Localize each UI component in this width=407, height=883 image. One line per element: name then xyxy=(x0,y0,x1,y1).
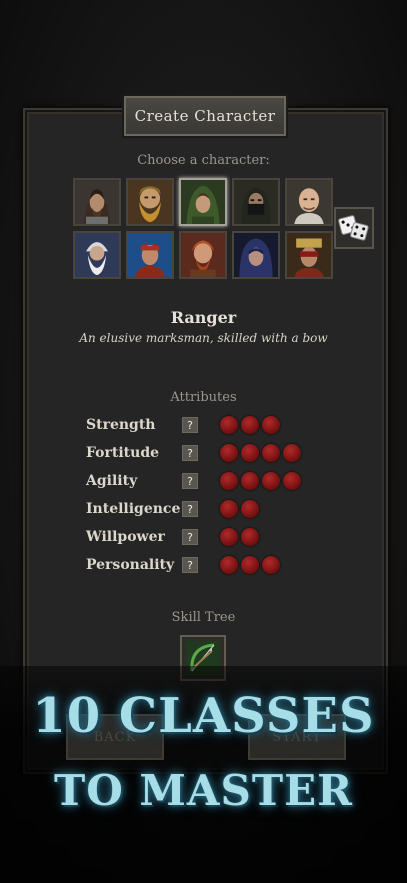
attribute-point-dot xyxy=(241,528,259,546)
attribute-point-dot xyxy=(241,472,259,490)
attribute-label: Personality xyxy=(86,557,175,573)
portrait-red-capped-man[interactable] xyxy=(126,231,174,279)
attribute-row-fortitude: Fortitude ? xyxy=(86,441,301,465)
randomize-dice-button[interactable] xyxy=(334,207,374,249)
promo-headline: 10 CLASSES xyxy=(32,688,375,744)
dialog-title: Create Character xyxy=(124,96,286,136)
portrait-headdress-woman[interactable] xyxy=(285,231,333,279)
attribute-dots xyxy=(220,416,280,434)
choose-character-label: Choose a character: xyxy=(137,153,270,168)
attribute-point-dot xyxy=(262,416,280,434)
attribute-point-dot xyxy=(283,444,301,462)
portrait-bearded-dwarf[interactable] xyxy=(126,178,174,226)
help-icon[interactable]: ? xyxy=(182,445,198,461)
attributes-heading: Attributes xyxy=(170,390,237,405)
portrait-white-bearded-wizard[interactable] xyxy=(73,231,121,279)
attribute-row-personality: Personality ? xyxy=(86,553,280,577)
promo-subheadline: TO MASTER xyxy=(53,766,354,815)
attribute-point-dot xyxy=(241,416,259,434)
attribute-dots xyxy=(220,444,301,462)
attribute-label: Willpower xyxy=(86,529,165,545)
help-icon[interactable]: ? xyxy=(182,529,198,545)
attribute-point-dot xyxy=(220,472,238,490)
attribute-point-dot xyxy=(262,444,280,462)
attribute-point-dot xyxy=(220,556,238,574)
attribute-dots xyxy=(220,556,280,574)
bearded-dwarf-portrait-icon xyxy=(128,180,172,224)
attribute-point-dot xyxy=(262,472,280,490)
portrait-bald-monk[interactable] xyxy=(285,178,333,226)
attribute-point-dot xyxy=(283,472,301,490)
attribute-point-dot xyxy=(241,444,259,462)
character-description: An elusive marksman, skilled with a bow xyxy=(79,331,328,345)
white-bearded-wizard-portrait-icon xyxy=(75,233,119,277)
attribute-dots xyxy=(220,528,259,546)
attribute-label: Strength xyxy=(86,417,156,433)
attribute-point-dot xyxy=(241,500,259,518)
portrait-masked-assassin[interactable] xyxy=(232,178,280,226)
attribute-point-dot xyxy=(220,528,238,546)
masked-assassin-portrait-icon xyxy=(234,180,278,224)
attribute-point-dot xyxy=(241,556,259,574)
help-icon[interactable]: ? xyxy=(182,501,198,517)
character-name: Ranger xyxy=(170,308,237,327)
attribute-label: Intelligence xyxy=(86,501,181,517)
attribute-row-willpower: Willpower ? xyxy=(86,525,259,549)
dice-icon xyxy=(338,215,369,241)
blue-hooded-woman-portrait-icon xyxy=(234,233,278,277)
attribute-point-dot xyxy=(220,444,238,462)
attribute-row-intelligence: Intelligence ? xyxy=(86,497,259,521)
red-capped-man-portrait-icon xyxy=(128,233,172,277)
hooded-ranger-portrait-icon xyxy=(181,180,225,224)
portrait-blue-hooded-woman[interactable] xyxy=(232,231,280,279)
attribute-row-agility: Agility ? xyxy=(86,469,301,493)
bald-monk-portrait-icon xyxy=(287,180,331,224)
help-icon[interactable]: ? xyxy=(182,557,198,573)
attribute-dots xyxy=(220,472,301,490)
help-icon[interactable]: ? xyxy=(182,417,198,433)
portrait-red-haired-warrior[interactable] xyxy=(179,231,227,279)
portrait-long-haired-man[interactable] xyxy=(73,178,121,226)
attribute-label: Fortitude xyxy=(86,445,160,461)
headdress-woman-portrait-icon xyxy=(287,233,331,277)
red-haired-warrior-portrait-icon xyxy=(181,233,225,277)
attribute-dots xyxy=(220,500,259,518)
skill-tree-heading: Skill Tree xyxy=(171,610,236,625)
portrait-hooded-ranger[interactable] xyxy=(179,178,227,226)
attribute-point-dot xyxy=(220,500,238,518)
long-haired-man-portrait-icon xyxy=(75,180,119,224)
attribute-point-dot xyxy=(262,556,280,574)
help-icon[interactable]: ? xyxy=(182,473,198,489)
attribute-point-dot xyxy=(220,416,238,434)
attribute-label: Agility xyxy=(86,473,138,489)
attribute-row-strength: Strength ? xyxy=(86,413,280,437)
